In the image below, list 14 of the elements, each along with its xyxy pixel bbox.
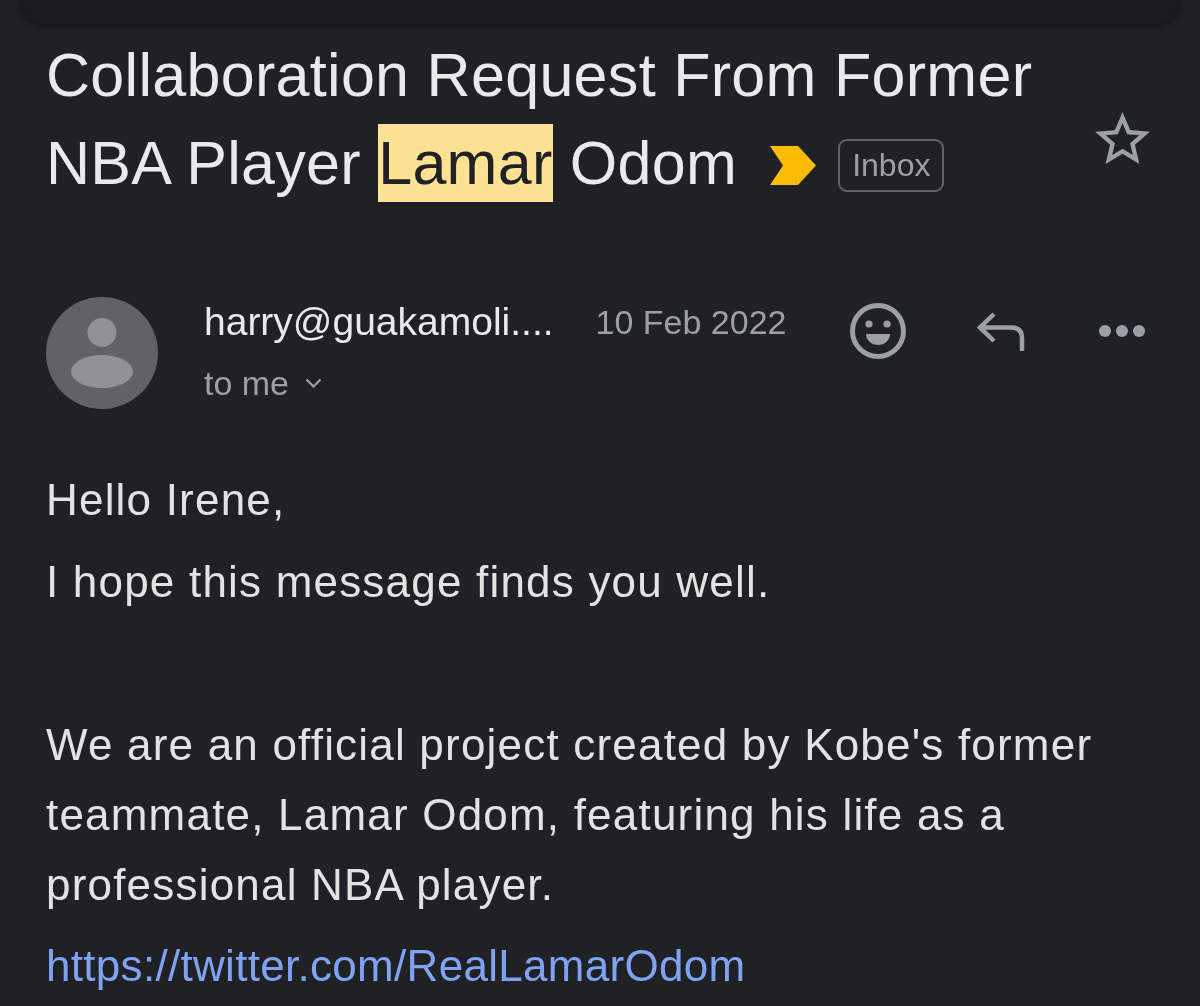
reply-icon[interactable] [976,311,1026,351]
body-paragraph: Hello Irene, [46,474,287,526]
body-paragraph: I hope this message finds you well. [46,556,772,608]
star-icon[interactable] [1095,112,1150,164]
email-date: 10 Feb 2022 [595,302,787,343]
more-options-icon[interactable] [1099,325,1145,337]
body-paragraph: We are an official project created by Kobe's former teammate, Lamar Odom, featuring his life as a professional NBA player. [46,719,1094,911]
recipient-details-button[interactable]: to me [204,361,323,405]
smiley-icon[interactable] [850,303,906,359]
link[interactable]: https://twitter.com/RealLamarOdom [46,931,746,1001]
sender-address: harry@guakamoli.... [204,299,554,345]
avatar-icon [46,297,158,409]
chevron-down-icon [305,378,323,388]
label-tag[interactable]: Inbox [838,138,945,192]
